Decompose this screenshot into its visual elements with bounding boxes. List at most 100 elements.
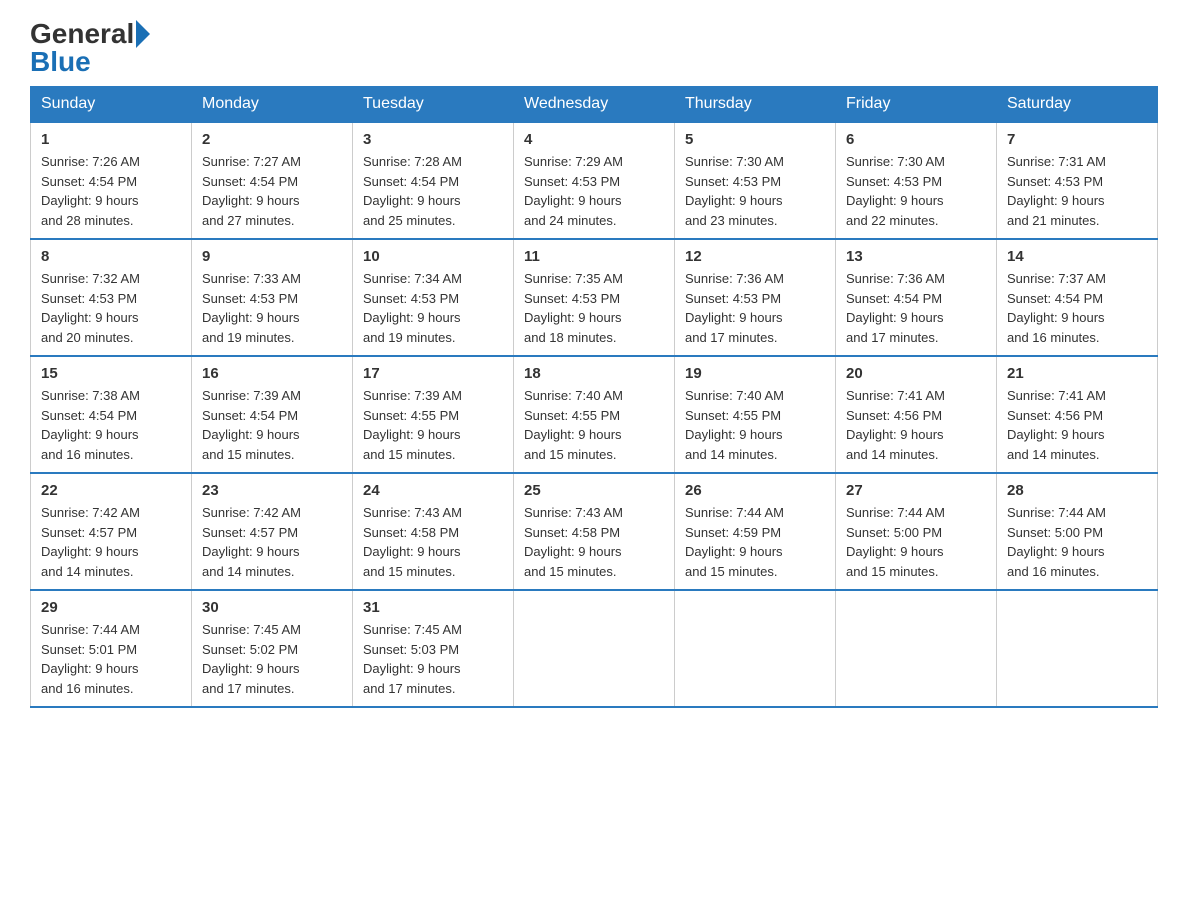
day-number: 19 xyxy=(685,365,825,382)
day-number: 18 xyxy=(524,365,664,382)
day-info: Sunrise: 7:39 AM Sunset: 4:55 PM Dayligh… xyxy=(363,386,503,464)
calendar-cell: 3 Sunrise: 7:28 AM Sunset: 4:54 PM Dayli… xyxy=(353,122,514,239)
calendar-cell: 16 Sunrise: 7:39 AM Sunset: 4:54 PM Dayl… xyxy=(192,356,353,473)
calendar-cell: 5 Sunrise: 7:30 AM Sunset: 4:53 PM Dayli… xyxy=(675,122,836,239)
day-info: Sunrise: 7:33 AM Sunset: 4:53 PM Dayligh… xyxy=(202,269,342,347)
calendar-cell xyxy=(675,590,836,707)
calendar-cell: 1 Sunrise: 7:26 AM Sunset: 4:54 PM Dayli… xyxy=(31,122,192,239)
calendar-cell: 13 Sunrise: 7:36 AM Sunset: 4:54 PM Dayl… xyxy=(836,239,997,356)
calendar-cell: 11 Sunrise: 7:35 AM Sunset: 4:53 PM Dayl… xyxy=(514,239,675,356)
calendar-day-header: Tuesday xyxy=(353,87,514,123)
day-number: 15 xyxy=(41,365,181,382)
day-info: Sunrise: 7:40 AM Sunset: 4:55 PM Dayligh… xyxy=(685,386,825,464)
day-info: Sunrise: 7:41 AM Sunset: 4:56 PM Dayligh… xyxy=(846,386,986,464)
day-number: 12 xyxy=(685,248,825,265)
day-number: 6 xyxy=(846,131,986,148)
day-info: Sunrise: 7:32 AM Sunset: 4:53 PM Dayligh… xyxy=(41,269,181,347)
calendar-week-row: 29 Sunrise: 7:44 AM Sunset: 5:01 PM Dayl… xyxy=(31,590,1158,707)
day-number: 28 xyxy=(1007,482,1147,499)
calendar-week-row: 15 Sunrise: 7:38 AM Sunset: 4:54 PM Dayl… xyxy=(31,356,1158,473)
calendar-cell: 23 Sunrise: 7:42 AM Sunset: 4:57 PM Dayl… xyxy=(192,473,353,590)
day-info: Sunrise: 7:39 AM Sunset: 4:54 PM Dayligh… xyxy=(202,386,342,464)
calendar-day-header: Saturday xyxy=(997,87,1158,123)
day-info: Sunrise: 7:31 AM Sunset: 4:53 PM Dayligh… xyxy=(1007,152,1147,230)
calendar-day-header: Wednesday xyxy=(514,87,675,123)
calendar-cell: 17 Sunrise: 7:39 AM Sunset: 4:55 PM Dayl… xyxy=(353,356,514,473)
day-number: 27 xyxy=(846,482,986,499)
calendar-cell: 4 Sunrise: 7:29 AM Sunset: 4:53 PM Dayli… xyxy=(514,122,675,239)
day-number: 3 xyxy=(363,131,503,148)
day-info: Sunrise: 7:36 AM Sunset: 4:53 PM Dayligh… xyxy=(685,269,825,347)
calendar-day-header: Friday xyxy=(836,87,997,123)
day-number: 25 xyxy=(524,482,664,499)
day-number: 1 xyxy=(41,131,181,148)
calendar-cell: 25 Sunrise: 7:43 AM Sunset: 4:58 PM Dayl… xyxy=(514,473,675,590)
calendar-day-header: Thursday xyxy=(675,87,836,123)
day-number: 4 xyxy=(524,131,664,148)
day-info: Sunrise: 7:34 AM Sunset: 4:53 PM Dayligh… xyxy=(363,269,503,347)
day-number: 22 xyxy=(41,482,181,499)
day-info: Sunrise: 7:43 AM Sunset: 4:58 PM Dayligh… xyxy=(363,503,503,581)
day-number: 24 xyxy=(363,482,503,499)
day-info: Sunrise: 7:42 AM Sunset: 4:57 PM Dayligh… xyxy=(202,503,342,581)
day-number: 16 xyxy=(202,365,342,382)
logo-triangle-icon xyxy=(136,20,150,48)
day-info: Sunrise: 7:42 AM Sunset: 4:57 PM Dayligh… xyxy=(41,503,181,581)
calendar-day-header: Monday xyxy=(192,87,353,123)
calendar-cell: 24 Sunrise: 7:43 AM Sunset: 4:58 PM Dayl… xyxy=(353,473,514,590)
calendar-cell: 9 Sunrise: 7:33 AM Sunset: 4:53 PM Dayli… xyxy=(192,239,353,356)
day-number: 10 xyxy=(363,248,503,265)
day-info: Sunrise: 7:27 AM Sunset: 4:54 PM Dayligh… xyxy=(202,152,342,230)
day-number: 14 xyxy=(1007,248,1147,265)
day-info: Sunrise: 7:44 AM Sunset: 4:59 PM Dayligh… xyxy=(685,503,825,581)
day-info: Sunrise: 7:44 AM Sunset: 5:00 PM Dayligh… xyxy=(1007,503,1147,581)
day-number: 9 xyxy=(202,248,342,265)
calendar-cell: 12 Sunrise: 7:36 AM Sunset: 4:53 PM Dayl… xyxy=(675,239,836,356)
calendar-cell: 19 Sunrise: 7:40 AM Sunset: 4:55 PM Dayl… xyxy=(675,356,836,473)
calendar-cell: 20 Sunrise: 7:41 AM Sunset: 4:56 PM Dayl… xyxy=(836,356,997,473)
calendar-cell: 7 Sunrise: 7:31 AM Sunset: 4:53 PM Dayli… xyxy=(997,122,1158,239)
day-number: 29 xyxy=(41,599,181,616)
day-info: Sunrise: 7:35 AM Sunset: 4:53 PM Dayligh… xyxy=(524,269,664,347)
day-number: 11 xyxy=(524,248,664,265)
calendar-cell: 18 Sunrise: 7:40 AM Sunset: 4:55 PM Dayl… xyxy=(514,356,675,473)
day-number: 2 xyxy=(202,131,342,148)
calendar-cell: 31 Sunrise: 7:45 AM Sunset: 5:03 PM Dayl… xyxy=(353,590,514,707)
day-number: 23 xyxy=(202,482,342,499)
calendar-cell: 21 Sunrise: 7:41 AM Sunset: 4:56 PM Dayl… xyxy=(997,356,1158,473)
day-number: 20 xyxy=(846,365,986,382)
day-info: Sunrise: 7:44 AM Sunset: 5:00 PM Dayligh… xyxy=(846,503,986,581)
calendar-cell: 30 Sunrise: 7:45 AM Sunset: 5:02 PM Dayl… xyxy=(192,590,353,707)
calendar-cell: 2 Sunrise: 7:27 AM Sunset: 4:54 PM Dayli… xyxy=(192,122,353,239)
calendar-cell xyxy=(514,590,675,707)
calendar-cell xyxy=(997,590,1158,707)
calendar-week-row: 8 Sunrise: 7:32 AM Sunset: 4:53 PM Dayli… xyxy=(31,239,1158,356)
day-info: Sunrise: 7:44 AM Sunset: 5:01 PM Dayligh… xyxy=(41,620,181,698)
calendar-cell: 15 Sunrise: 7:38 AM Sunset: 4:54 PM Dayl… xyxy=(31,356,192,473)
day-info: Sunrise: 7:40 AM Sunset: 4:55 PM Dayligh… xyxy=(524,386,664,464)
calendar-cell: 26 Sunrise: 7:44 AM Sunset: 4:59 PM Dayl… xyxy=(675,473,836,590)
calendar-cell: 6 Sunrise: 7:30 AM Sunset: 4:53 PM Dayli… xyxy=(836,122,997,239)
day-number: 8 xyxy=(41,248,181,265)
day-info: Sunrise: 7:45 AM Sunset: 5:03 PM Dayligh… xyxy=(363,620,503,698)
logo: General Blue xyxy=(30,20,150,76)
day-info: Sunrise: 7:37 AM Sunset: 4:54 PM Dayligh… xyxy=(1007,269,1147,347)
calendar-cell: 10 Sunrise: 7:34 AM Sunset: 4:53 PM Dayl… xyxy=(353,239,514,356)
day-number: 17 xyxy=(363,365,503,382)
calendar-cell: 29 Sunrise: 7:44 AM Sunset: 5:01 PM Dayl… xyxy=(31,590,192,707)
calendar-day-header: Sunday xyxy=(31,87,192,123)
calendar-cell: 28 Sunrise: 7:44 AM Sunset: 5:00 PM Dayl… xyxy=(997,473,1158,590)
day-number: 21 xyxy=(1007,365,1147,382)
day-info: Sunrise: 7:43 AM Sunset: 4:58 PM Dayligh… xyxy=(524,503,664,581)
day-number: 5 xyxy=(685,131,825,148)
calendar-cell: 22 Sunrise: 7:42 AM Sunset: 4:57 PM Dayl… xyxy=(31,473,192,590)
calendar-header-row: SundayMondayTuesdayWednesdayThursdayFrid… xyxy=(31,87,1158,123)
day-number: 30 xyxy=(202,599,342,616)
calendar-table: SundayMondayTuesdayWednesdayThursdayFrid… xyxy=(30,86,1158,708)
calendar-week-row: 1 Sunrise: 7:26 AM Sunset: 4:54 PM Dayli… xyxy=(31,122,1158,239)
day-info: Sunrise: 7:30 AM Sunset: 4:53 PM Dayligh… xyxy=(846,152,986,230)
calendar-cell: 14 Sunrise: 7:37 AM Sunset: 4:54 PM Dayl… xyxy=(997,239,1158,356)
page-header: General Blue xyxy=(30,20,1158,76)
day-info: Sunrise: 7:45 AM Sunset: 5:02 PM Dayligh… xyxy=(202,620,342,698)
day-info: Sunrise: 7:41 AM Sunset: 4:56 PM Dayligh… xyxy=(1007,386,1147,464)
